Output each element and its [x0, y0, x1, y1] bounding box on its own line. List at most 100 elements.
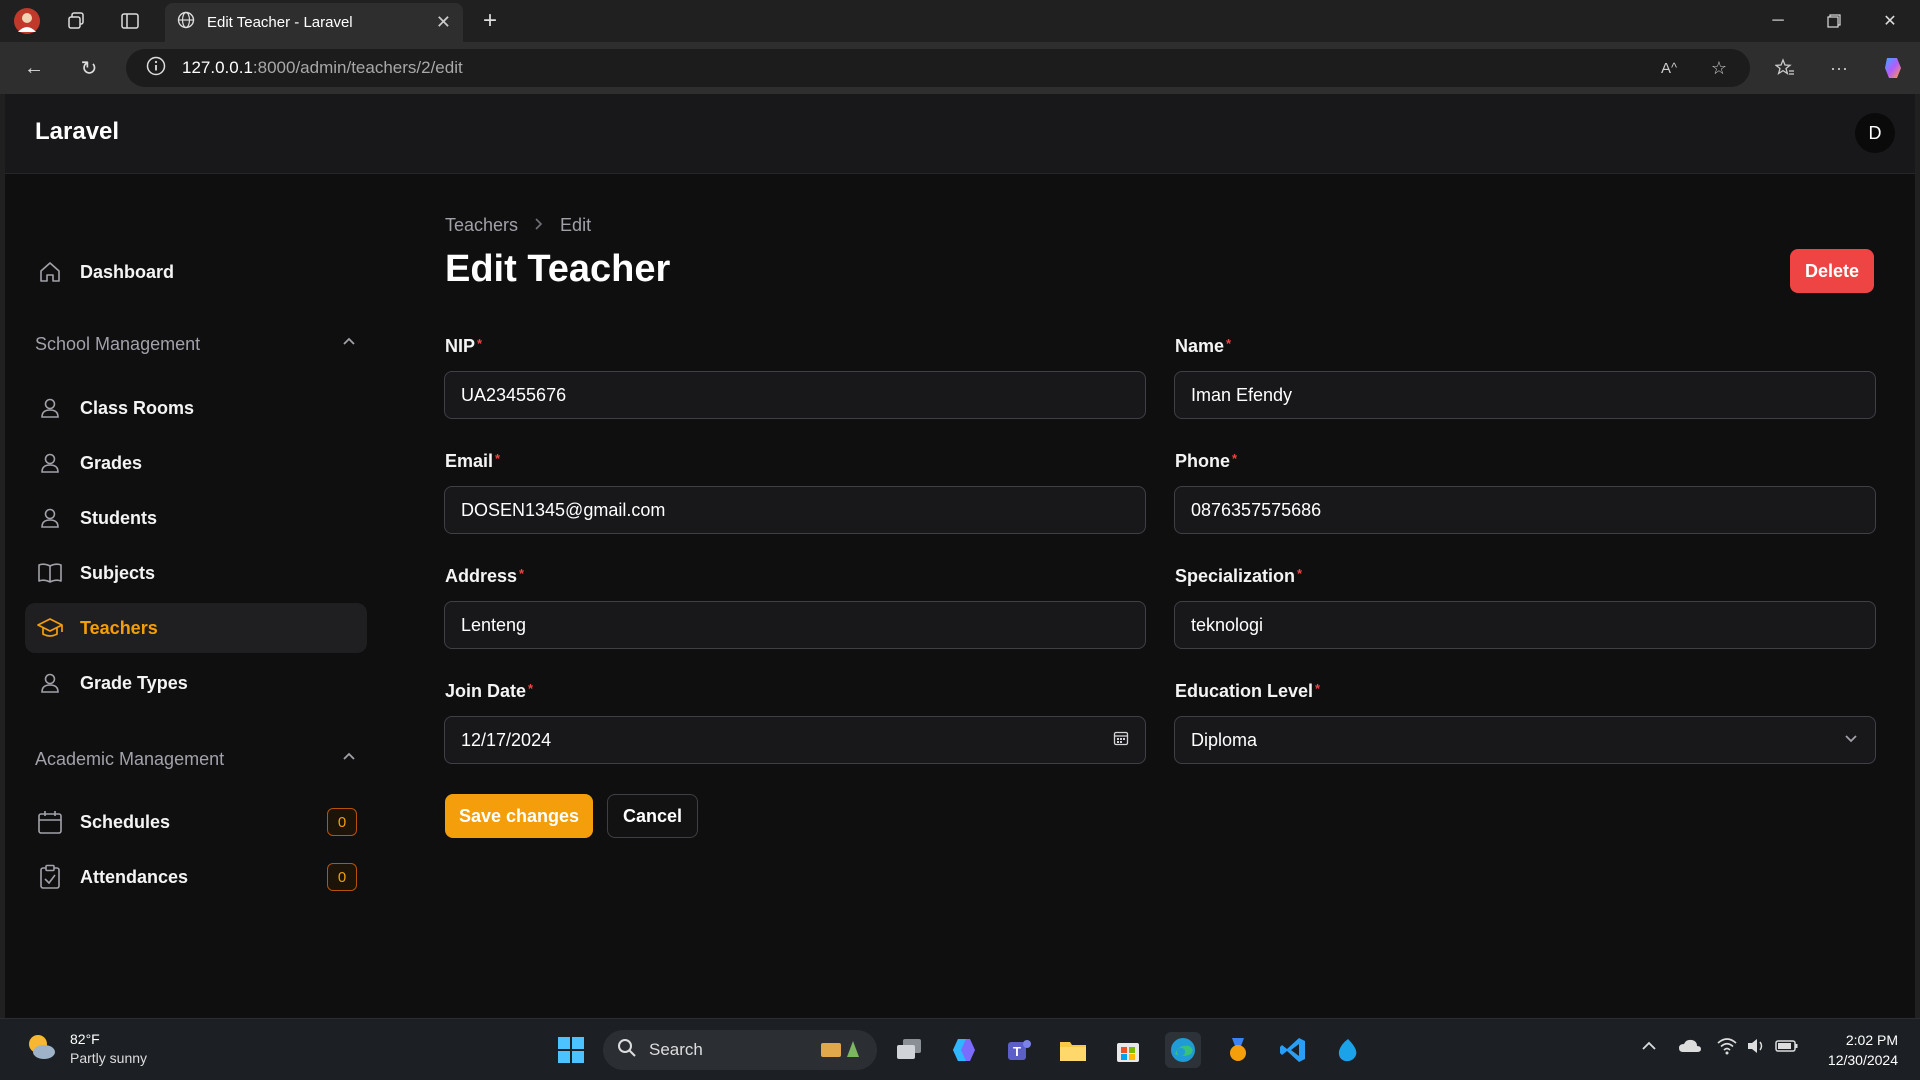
- workspaces-icon[interactable]: [62, 7, 90, 35]
- label-text: Education Level: [1175, 681, 1314, 701]
- cancel-button[interactable]: Cancel: [607, 794, 698, 838]
- address-field[interactable]: Lenteng: [444, 601, 1146, 649]
- sidebar-item-schedules[interactable]: Schedules 0: [25, 797, 367, 847]
- url-path: :8000/admin/teachers/2/edit: [252, 58, 463, 77]
- calendar-picker-icon[interactable]: [1113, 730, 1129, 751]
- sidebar-item-label: Subjects: [80, 562, 156, 583]
- more-options-icon[interactable]: ···: [1821, 50, 1857, 86]
- save-changes-button[interactable]: Save changes: [445, 794, 593, 838]
- temperature: 82°F: [70, 1030, 100, 1047]
- tab-title: Edit Teacher - Laravel: [207, 14, 353, 31]
- brand-logo[interactable]: Laravel: [35, 118, 119, 146]
- group-label: Academic Management: [35, 749, 225, 769]
- copilot-icon[interactable]: [1875, 50, 1911, 86]
- label-text: Email: [445, 451, 494, 471]
- edge-browser-icon[interactable]: [1165, 1032, 1201, 1068]
- breadcrumb: Teachers Edit: [445, 215, 591, 236]
- group-label: School Management: [35, 334, 201, 354]
- close-tab-icon[interactable]: ✕: [436, 12, 451, 33]
- start-icon[interactable]: [553, 1032, 589, 1068]
- delete-button[interactable]: Delete: [1790, 249, 1874, 293]
- user-avatar[interactable]: D: [1855, 113, 1895, 153]
- new-tab-icon[interactable]: +: [476, 7, 504, 35]
- sidebar-item-subjects[interactable]: Subjects: [25, 548, 367, 598]
- task-view-icon[interactable]: [891, 1032, 927, 1068]
- specialization-label: Specialization *: [1175, 566, 1302, 587]
- phone-field[interactable]: 0876357575686: [1174, 486, 1876, 534]
- email-field[interactable]: DOSEN1345@gmail.com: [444, 486, 1146, 534]
- app-drop-icon[interactable]: [1330, 1032, 1366, 1068]
- site-info-icon[interactable]: [146, 56, 166, 81]
- favorites-icon[interactable]: [1767, 50, 1803, 86]
- tab-actions-icon[interactable]: [116, 7, 144, 35]
- sidebar-item-teachers[interactable]: Teachers: [25, 603, 367, 653]
- specialization-field[interactable]: teknologi: [1174, 601, 1876, 649]
- sidebar-item-class-rooms[interactable]: Class Rooms: [25, 383, 367, 433]
- browser-tab[interactable]: Edit Teacher - Laravel ✕: [165, 3, 463, 42]
- minimize-icon[interactable]: ─: [1750, 0, 1806, 42]
- chevron-down-icon[interactable]: [1843, 730, 1859, 751]
- system-clock[interactable]: 2:02 PM 12/30/2024: [1828, 1030, 1898, 1070]
- weather-widget[interactable]: 82°F Partly sunny: [24, 1029, 147, 1068]
- file-explorer-icon[interactable]: [1055, 1032, 1091, 1068]
- sidebar-item-label: Grade Types: [80, 672, 188, 693]
- weather-condition: Partly sunny: [70, 1049, 148, 1066]
- sidebar-item-label: Class Rooms: [80, 397, 195, 418]
- refresh-icon[interactable]: ↻: [72, 52, 106, 84]
- rewards-medal-icon[interactable]: [1220, 1032, 1256, 1068]
- user-icon: [35, 393, 65, 423]
- book-open-icon: [35, 558, 65, 588]
- chevron-up-icon[interactable]: [341, 749, 357, 770]
- breadcrumb-current: Edit: [560, 215, 592, 235]
- education-level-select[interactable]: Diploma: [1174, 716, 1876, 764]
- chevron-up-icon[interactable]: [1640, 1037, 1658, 1060]
- sidebar-item-grades[interactable]: Grades: [25, 438, 367, 488]
- chevron-up-icon[interactable]: [341, 334, 357, 355]
- teams-icon[interactable]: T: [1000, 1032, 1036, 1068]
- windows-taskbar: 82°F Partly sunny Search T 2:02 PM 12/30…: [0, 1018, 1920, 1080]
- field-value: Diploma: [1191, 729, 1258, 750]
- name-field[interactable]: Iman Efendy: [1174, 371, 1876, 419]
- required-asterisk: *: [477, 336, 483, 351]
- required-asterisk: *: [519, 566, 525, 581]
- nip-field[interactable]: UA23455676: [444, 371, 1146, 419]
- vscode-icon[interactable]: [1275, 1032, 1311, 1068]
- sidebar-item-label: Teachers: [80, 617, 158, 638]
- sidebar-item-students[interactable]: Students: [25, 493, 367, 543]
- browser-tab-bar: Edit Teacher - Laravel ✕ + ─ ✕: [0, 0, 1920, 42]
- taskbar-search[interactable]: Search: [603, 1030, 877, 1070]
- favorite-star-icon[interactable]: ☆: [1701, 50, 1737, 86]
- required-asterisk: *: [1232, 451, 1238, 466]
- required-asterisk: *: [1297, 566, 1303, 581]
- sidebar-item-dashboard[interactable]: Dashboard: [25, 247, 367, 297]
- join-date-field[interactable]: 12/17/2024: [444, 716, 1146, 764]
- volume-icon[interactable]: [1746, 1037, 1766, 1060]
- read-aloud-icon[interactable]: A ^: [1651, 50, 1687, 86]
- app-window: Laravel D Dashboard School Management Cl…: [5, 94, 1915, 1018]
- microsoft-store-icon[interactable]: [1110, 1032, 1146, 1068]
- profile-avatar-icon[interactable]: [13, 7, 41, 35]
- onedrive-cloud-icon[interactable]: [1678, 1037, 1702, 1060]
- sidebar-item-label: Attendances: [80, 866, 189, 887]
- wifi-icon[interactable]: [1717, 1037, 1737, 1060]
- sidebar-item-grade-types[interactable]: Grade Types: [25, 658, 367, 708]
- top-navigation: Laravel D: [5, 94, 1915, 174]
- restore-icon[interactable]: [1806, 0, 1862, 42]
- join-date-label: Join Date *: [445, 681, 533, 702]
- required-asterisk: *: [495, 451, 501, 466]
- sidebar-group-academic-management[interactable]: Academic Management: [35, 749, 357, 770]
- breadcrumb-link-teachers[interactable]: Teachers: [445, 215, 518, 236]
- clock-time: 2:02 PM: [1845, 1032, 1898, 1048]
- back-icon[interactable]: ←: [17, 52, 51, 84]
- close-window-icon[interactable]: ✕: [1862, 0, 1918, 42]
- address-bar[interactable]: 127.0.0.1:8000/admin/teachers/2/edit: [126, 49, 1750, 87]
- sidebar-item-attendances[interactable]: Attendances 0: [25, 852, 367, 902]
- copilot-app-icon[interactable]: [946, 1032, 982, 1068]
- count-badge: 0: [327, 808, 357, 836]
- battery-icon[interactable]: [1775, 1037, 1799, 1060]
- page-title: Edit Teacher: [445, 248, 671, 290]
- field-value: UA23455676: [461, 384, 567, 405]
- sidebar-group-school-management[interactable]: School Management: [35, 334, 357, 355]
- label-text: Specialization: [1175, 566, 1296, 586]
- globe-icon: [177, 11, 195, 34]
